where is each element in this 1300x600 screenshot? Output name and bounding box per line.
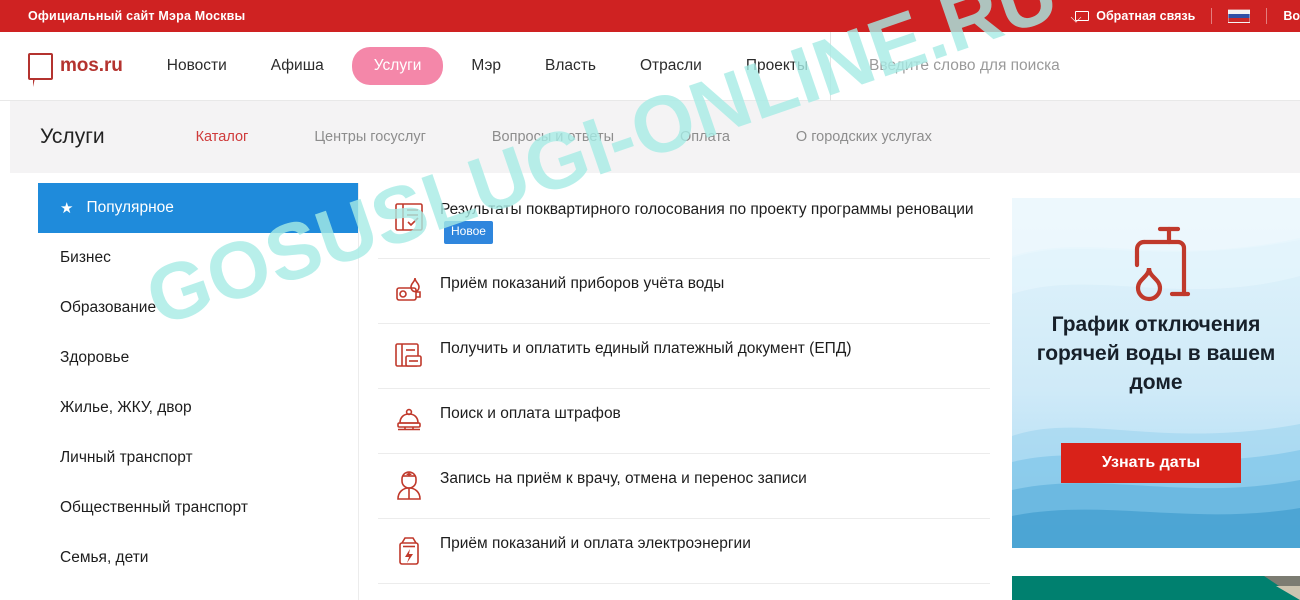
promo-cta-button[interactable]: Узнать даты [1061, 443, 1241, 483]
nav-links: Новости Афиша Услуги Мэр Власть Отрасли … [145, 32, 830, 101]
search-input[interactable] [867, 56, 1300, 76]
nav-item-afisha[interactable]: Афиша [249, 58, 346, 74]
logo-text: mos.ru [60, 55, 123, 76]
sidebar-item-label: Здоровье [60, 349, 130, 366]
mos-speech-bubble-logo-icon [28, 52, 53, 87]
doctor-icon [378, 468, 440, 502]
sidebar-item-label: Семья, дети [60, 549, 149, 566]
secondary-banner[interactable] [1012, 576, 1300, 600]
sidebar-item-populyarnoe[interactable]: ★ Популярное [38, 183, 358, 233]
sidebar-item-semya-deti[interactable]: Семья, дети [38, 533, 358, 583]
water-meter-icon [378, 273, 440, 307]
star-icon: ★ [60, 200, 74, 217]
service-label: Получить и оплатить единый платежный док… [440, 339, 852, 357]
status-badge: Новое [444, 221, 493, 244]
tab-centry-gosuslug[interactable]: Центры госуслуг [281, 129, 459, 145]
sidebar-item-obrazovanie[interactable]: Образование [38, 283, 358, 333]
services-list: Результаты поквартирного голосования по … [378, 185, 990, 584]
list-item[interactable]: Приём показаний приборов учёта воды [378, 259, 990, 324]
list-item[interactable]: Приём показаний и оплата электроэнергии [378, 519, 990, 584]
sidebar-item-zdorove[interactable]: Здоровье [38, 333, 358, 383]
section-tabs: Каталог Центры госуслуг Вопросы и ответы… [163, 129, 965, 145]
sidebar-item-obshchestvennyy-transport[interactable]: Общественный транспорт [38, 483, 358, 533]
language-switcher[interactable] [1212, 9, 1266, 23]
login-link[interactable]: Во [1267, 9, 1300, 23]
site-title: Официальный сайт Мэра Москвы [28, 9, 246, 23]
promo-banner[interactable]: График отключения горячей воды в вашем д… [1012, 198, 1300, 548]
list-item[interactable]: Результаты поквартирного голосования по … [378, 185, 990, 259]
nav-item-otrasli[interactable]: Отрасли [618, 58, 724, 74]
nav-item-uslugi[interactable]: Услуги [351, 47, 444, 85]
sidebar-item-label: Образование [60, 299, 157, 316]
section-tabbar: Услуги Каталог Центры госуслуг Вопросы и… [0, 101, 1300, 173]
page-root: Официальный сайт Мэра Москвы Обратная св… [0, 0, 1300, 600]
category-sidebar: ★ Популярное Бизнес Образование Здоровье… [38, 183, 358, 583]
nav-item-mer[interactable]: Мэр [449, 58, 523, 74]
russian-flag-icon [1228, 9, 1251, 23]
page-title: Услуги [40, 125, 105, 148]
service-text: Результаты поквартирного голосования по … [440, 201, 974, 218]
tab-oplata[interactable]: Оплата [647, 129, 763, 145]
clipboard-checklist-icon [378, 199, 440, 233]
water-tap-icon [1012, 224, 1300, 302]
tab-katalog[interactable]: Каталог [163, 129, 282, 145]
service-label: Приём показаний и оплата электроэнергии [440, 534, 751, 552]
nav-item-proekty[interactable]: Проекты [724, 58, 830, 74]
tab-voprosy-i-otvety[interactable]: Вопросы и ответы [459, 129, 647, 145]
sidebar-item-label: Жилье, ЖКУ, двор [60, 399, 192, 416]
sidebar-item-zhile-zhku-dvor[interactable]: Жилье, ЖКУ, двор [38, 383, 358, 433]
main-navbar: mos.ru Новости Афиша Услуги Мэр Власть О… [0, 31, 1300, 101]
service-label: Результаты поквартирного голосования по … [440, 199, 990, 245]
list-item[interactable]: Поиск и оплата штрафов [378, 389, 990, 454]
search-container [830, 31, 1300, 101]
main-content: ★ Популярное Бизнес Образование Здоровье… [0, 173, 1300, 600]
service-label: Поиск и оплата штрафов [440, 404, 621, 422]
sidebar-item-biznes[interactable]: Бизнес [38, 233, 358, 283]
list-item[interactable]: Запись на приём к врачу, отмена и перено… [378, 454, 990, 519]
service-label: Запись на приём к врачу, отмена и перено… [440, 469, 807, 487]
tab-o-gorodskih-uslugah[interactable]: О городских услугах [763, 129, 965, 145]
sidebar-divider [358, 183, 359, 600]
nav-item-vlast[interactable]: Власть [523, 58, 618, 74]
topbar-right-group: Обратная связь Во [1059, 0, 1300, 32]
top-red-bar: Официальный сайт Мэра Москвы Обратная св… [0, 0, 1300, 32]
sidebar-item-label: Популярное [86, 199, 174, 216]
service-label: Приём показаний приборов учёта воды [440, 274, 725, 292]
envelope-icon [1075, 11, 1090, 21]
electricity-meter-icon [378, 533, 440, 567]
sidebar-item-label: Общественный транспорт [60, 499, 248, 516]
feedback-link[interactable]: Обратная связь [1059, 9, 1211, 23]
payment-document-icon [378, 338, 440, 372]
sidebar-item-label: Личный транспорт [60, 449, 193, 466]
sidebar-item-lichnyy-transport[interactable]: Личный транспорт [38, 433, 358, 483]
nav-item-novosti[interactable]: Новости [145, 58, 249, 74]
promo-title: График отключения горячей воды в вашем д… [1036, 313, 1276, 394]
list-item[interactable]: Получить и оплатить единый платежный док… [378, 324, 990, 389]
sidebar-item-label: Бизнес [60, 249, 111, 266]
banner-corner-shape-2 [1276, 586, 1300, 600]
mos-ru-logo[interactable]: mos.ru [28, 52, 123, 87]
feedback-label: Обратная связь [1096, 9, 1196, 23]
police-cap-icon [378, 403, 440, 437]
